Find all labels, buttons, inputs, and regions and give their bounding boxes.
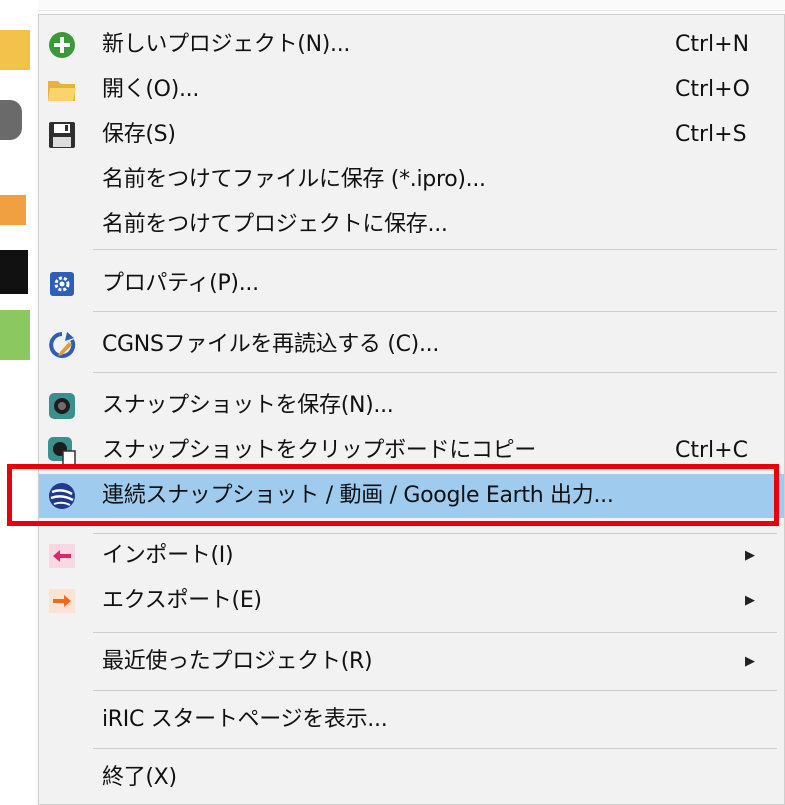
menu-item-reload-cgns[interactable]: CGNSファイルを再読込する (C)... [39,323,784,367]
menu-item-label: CGNSファイルを再読込する (C)... [102,332,440,357]
background-window-edge [38,0,785,11]
menu-item-open[interactable]: 開く(O)... Ctrl+O [39,68,784,112]
menu-item-label: 連続スナップショット / 動画 / Google Earth 出力... [102,483,614,508]
submenu-arrow-icon: ▶ [745,593,755,608]
new-project-icon [47,30,77,60]
menu-item-label: 終了(X) [102,765,177,790]
google-earth-icon [47,481,77,511]
menu-item-label: インポート(I) [102,543,234,568]
menu-item-label: iRIC スタートページを表示... [102,707,388,732]
camera-clipboard-icon [47,436,77,466]
menu-item-label: 名前をつけてファイルに保存 (*.ipro)... [102,167,486,192]
menu-item-label: 新しいプロジェクト(N)... [102,32,351,57]
export-arrow-icon [47,586,77,616]
menu-item-label: 最近使ったプロジェクト(R) [102,649,373,674]
menu-item-animation-google-earth[interactable]: 連続スナップショット / 動画 / Google Earth 出力... [39,474,784,518]
menu-item-export[interactable]: エクスポート(E) ▶ [39,579,784,623]
menu-item-save[interactable]: 保存(S) Ctrl+S [39,113,784,157]
submenu-arrow-icon: ▶ [745,654,755,669]
menu-item-save-snapshot[interactable]: スナップショットを保存(N)... [39,384,784,428]
menu-item-label: エクスポート(E) [102,588,262,613]
background-app-strip [0,0,38,805]
import-arrow-icon [47,541,77,571]
menu-item-exit[interactable]: 終了(X) [39,756,784,800]
folder-open-icon [47,75,77,105]
background-icon-fragment [0,310,30,360]
menu-item-label: 名前をつけてプロジェクトに保存... [102,212,448,237]
menu-separator [93,249,777,250]
menu-item-label: スナップショットをクリップボードにコピー [102,438,537,463]
reload-icon [47,330,77,360]
menu-item-new-project[interactable]: 新しいプロジェクト(N)... Ctrl+N [39,23,784,67]
background-icon-fragment [0,30,30,70]
menu-separator [93,311,777,312]
menu-item-label: 保存(S) [102,122,176,147]
camera-icon [47,391,77,421]
menu-separator [93,372,777,373]
menu-item-label: 開く(O)... [102,77,200,102]
file-menu: 新しいプロジェクト(N)... Ctrl+N 開く(O)... Ctrl+O 保… [38,14,785,805]
menu-item-start-page[interactable]: iRIC スタートページを表示... [39,698,784,742]
menu-item-label: プロパティ(P)... [102,271,259,296]
menu-item-label: スナップショットを保存(N)... [102,393,394,418]
submenu-arrow-icon: ▶ [745,548,755,563]
menu-separator [93,690,777,691]
floppy-save-icon [47,120,77,150]
menu-item-shortcut: Ctrl+N [675,32,750,57]
menu-separator [93,632,777,633]
menu-item-save-as-file[interactable]: 名前をつけてファイルに保存 (*.ipro)... [39,158,784,202]
background-icon-fragment [0,100,22,140]
menu-item-recent-projects[interactable]: 最近使ったプロジェクト(R) ▶ [39,640,784,684]
menu-item-shortcut: Ctrl+C [675,438,748,463]
menu-separator [93,748,777,749]
background-icon-fragment [0,195,26,225]
menu-item-shortcut: Ctrl+S [675,122,747,147]
menu-item-properties[interactable]: プロパティ(P)... [39,262,784,306]
menu-item-import[interactable]: インポート(I) ▶ [39,534,784,578]
background-icon-fragment [0,250,28,294]
menu-item-copy-snapshot[interactable]: スナップショットをクリップボードにコピー Ctrl+C [39,429,784,473]
properties-gear-icon [47,269,77,299]
menu-item-save-as-project[interactable]: 名前をつけてプロジェクトに保存... [39,203,784,247]
menu-item-shortcut: Ctrl+O [675,77,750,102]
